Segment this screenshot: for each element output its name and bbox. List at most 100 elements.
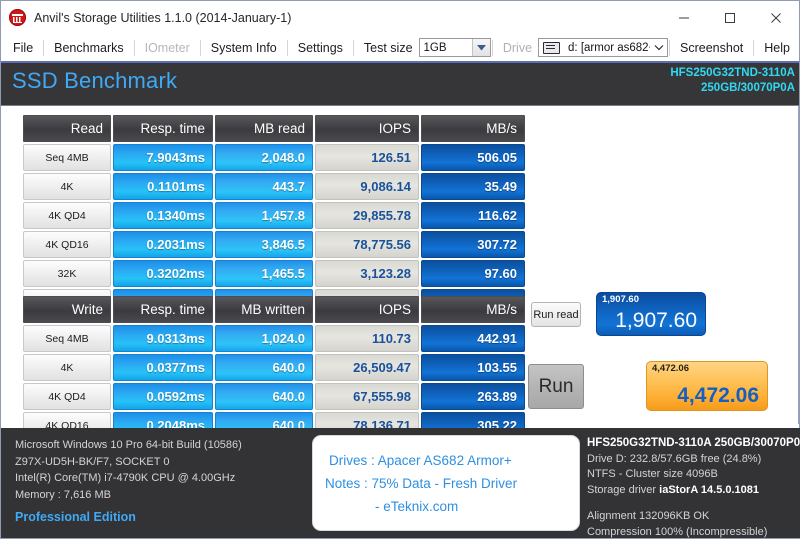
read-mbs-value: 116.62 xyxy=(421,202,525,229)
chevron-down-icon xyxy=(650,39,667,56)
drive-capacity: Drive D: 232.8/57.6GB free (24.8%) xyxy=(587,452,800,468)
read-row-label[interactable]: 4K xyxy=(23,173,111,200)
read-score-mini: 1,907.60 xyxy=(602,294,639,305)
menu-item-benchmarks[interactable]: Benchmarks xyxy=(45,39,132,57)
run-read-button[interactable]: Run read xyxy=(531,302,581,327)
menu-divider xyxy=(753,40,754,56)
read-resp-value: 0.1101ms xyxy=(113,173,213,200)
notes-source: - eTeknix.com xyxy=(375,495,458,518)
table-row: 4K QD4 0.0592ms 640.0 67,555.98 263.89 xyxy=(23,383,525,410)
menu-divider xyxy=(134,40,135,56)
drive-filesystem: NTFS - Cluster size 4096B xyxy=(587,467,800,483)
close-icon[interactable] xyxy=(753,1,799,34)
title-bar: Anvil's Storage Utilities 1.1.0 (2014-Ja… xyxy=(1,1,799,35)
read-resp-value: 7.9043ms xyxy=(113,144,213,171)
menu-divider xyxy=(43,40,44,56)
write-header-resp-time: Resp. time xyxy=(113,296,213,323)
table-header-row: Read Resp. time MB read IOPS MB/s xyxy=(23,115,525,142)
write-resp-value: 9.0313ms xyxy=(113,325,213,352)
status-footer: Microsoft Windows 10 Pro 64-bit Build (1… xyxy=(1,428,800,538)
read-mbs-value: 97.60 xyxy=(421,260,525,287)
write-mbs-value: 263.89 xyxy=(421,383,525,410)
read-iops-value: 29,855.78 xyxy=(315,202,419,229)
write-header-iops: IOPS xyxy=(315,296,419,323)
read-iops-value: 126.51 xyxy=(315,144,419,171)
table-row: Seq 4MB 7.9043ms 2,048.0 126.51 506.05 xyxy=(23,144,525,171)
panel-divider xyxy=(798,106,799,424)
storage-driver-value: iaStorA 14.5.0.1081 xyxy=(659,484,759,496)
read-mb-value: 443.7 xyxy=(215,173,313,200)
minimize-icon[interactable] xyxy=(661,1,707,34)
read-row-label[interactable]: 4K QD4 xyxy=(23,202,111,229)
read-row-label[interactable]: 32K xyxy=(23,260,111,287)
menu-divider xyxy=(287,40,288,56)
drive-model: HFS250G32TND-3110A 250GB/30070P0A xyxy=(587,436,800,452)
test-size-select[interactable]: 1GB xyxy=(419,38,491,57)
write-header-mbs: MB/s xyxy=(421,296,525,323)
total-score-mini: 4,472.06 xyxy=(652,363,689,374)
write-iops-value: 67,555.98 xyxy=(315,383,419,410)
drive-info-block: HFS250G32TND-3110A 250GB/30070P0A Drive … xyxy=(587,436,800,540)
drive-value: d: [armor as682+] xyxy=(564,42,650,54)
table-row: 4K 0.0377ms 640.0 26,509.47 103.55 xyxy=(23,354,525,381)
menu-bar: File Benchmarks IOmeter System Info Sett… xyxy=(1,35,799,61)
menu-item-system-info[interactable]: System Info xyxy=(202,39,286,57)
notes-drives: Drives : Apacer AS682 Armor+ xyxy=(329,449,512,472)
total-score-panel: 4,472.06 4,472.06 xyxy=(646,361,768,411)
anvil-app-icon xyxy=(9,9,26,26)
system-info-block: Microsoft Windows 10 Pro 64-bit Build (1… xyxy=(15,437,242,526)
read-score-panel: 1,907.60 1,907.60 xyxy=(596,292,706,336)
menu-divider xyxy=(200,40,201,56)
write-mb-value: 640.0 xyxy=(215,354,313,381)
drive-icon xyxy=(543,42,560,54)
notes-detail: Notes : 75% Data - Fresh Driver xyxy=(325,472,517,495)
write-row-label[interactable]: 4K QD4 xyxy=(23,383,111,410)
read-mb-value: 1,465.5 xyxy=(215,260,313,287)
read-mbs-value: 307.72 xyxy=(421,231,525,258)
write-results-table: Write Resp. time MB written IOPS MB/s Se… xyxy=(21,294,527,441)
write-resp-value: 0.0592ms xyxy=(113,383,213,410)
menu-divider xyxy=(669,40,670,56)
banner-model-line2: 250GB/30070P0A xyxy=(670,81,795,96)
spacer xyxy=(587,498,800,509)
run-button[interactable]: Run xyxy=(528,364,584,409)
menu-item-iometer: IOmeter xyxy=(136,39,199,57)
system-motherboard: Z97X-UD5H-BK/F7, SOCKET 0 xyxy=(15,454,242,471)
write-header-mb-written: MB written xyxy=(215,296,313,323)
write-row-label[interactable]: 4K xyxy=(23,354,111,381)
read-iops-value: 9,086.14 xyxy=(315,173,419,200)
test-size-label: Test size xyxy=(355,41,419,55)
read-resp-value: 0.3202ms xyxy=(113,260,213,287)
write-mb-value: 1,024.0 xyxy=(215,325,313,352)
read-mbs-value: 506.05 xyxy=(421,144,525,171)
menu-item-settings[interactable]: Settings xyxy=(289,39,352,57)
menu-item-screenshot[interactable]: Screenshot xyxy=(671,39,752,57)
write-row-label[interactable]: Seq 4MB xyxy=(23,325,111,352)
read-header-mbs: MB/s xyxy=(421,115,525,142)
read-results-table: Read Resp. time MB read IOPS MB/s Seq 4M… xyxy=(21,113,527,318)
write-mb-value: 640.0 xyxy=(215,383,313,410)
main-content: Read Resp. time MB read IOPS MB/s Seq 4M… xyxy=(1,106,799,424)
table-row: Seq 4MB 9.0313ms 1,024.0 110.73 442.91 xyxy=(23,325,525,352)
table-header-row: Write Resp. time MB written IOPS MB/s xyxy=(23,296,525,323)
system-os: Microsoft Windows 10 Pro 64-bit Build (1… xyxy=(15,437,242,454)
read-mb-value: 1,457.8 xyxy=(215,202,313,229)
drive-alignment: Alignment 132096KB OK xyxy=(587,509,800,525)
read-row-label[interactable]: Seq 4MB xyxy=(23,144,111,171)
menu-item-file[interactable]: File xyxy=(4,39,42,57)
system-cpu: Intel(R) Core(TM) i7-4790K CPU @ 4.00GHz xyxy=(15,470,242,487)
read-row-label[interactable]: 4K QD16 xyxy=(23,231,111,258)
menu-item-help[interactable]: Help xyxy=(755,39,799,57)
chevron-down-icon xyxy=(472,39,490,56)
table-row: 4K 0.1101ms 443.7 9,086.14 35.49 xyxy=(23,173,525,200)
test-size-value: 1GB xyxy=(420,42,451,54)
read-header-iops: IOPS xyxy=(315,115,419,142)
read-score-value: 1,907.60 xyxy=(615,308,697,334)
read-mbs-value: 35.49 xyxy=(421,173,525,200)
storage-driver-label: Storage driver xyxy=(587,484,656,496)
write-header-write: Write xyxy=(23,296,111,323)
menu-divider xyxy=(353,40,354,56)
drive-select[interactable]: d: [armor as682+] xyxy=(538,38,668,57)
maximize-icon[interactable] xyxy=(707,1,753,34)
total-score-value: 4,472.06 xyxy=(677,383,759,409)
